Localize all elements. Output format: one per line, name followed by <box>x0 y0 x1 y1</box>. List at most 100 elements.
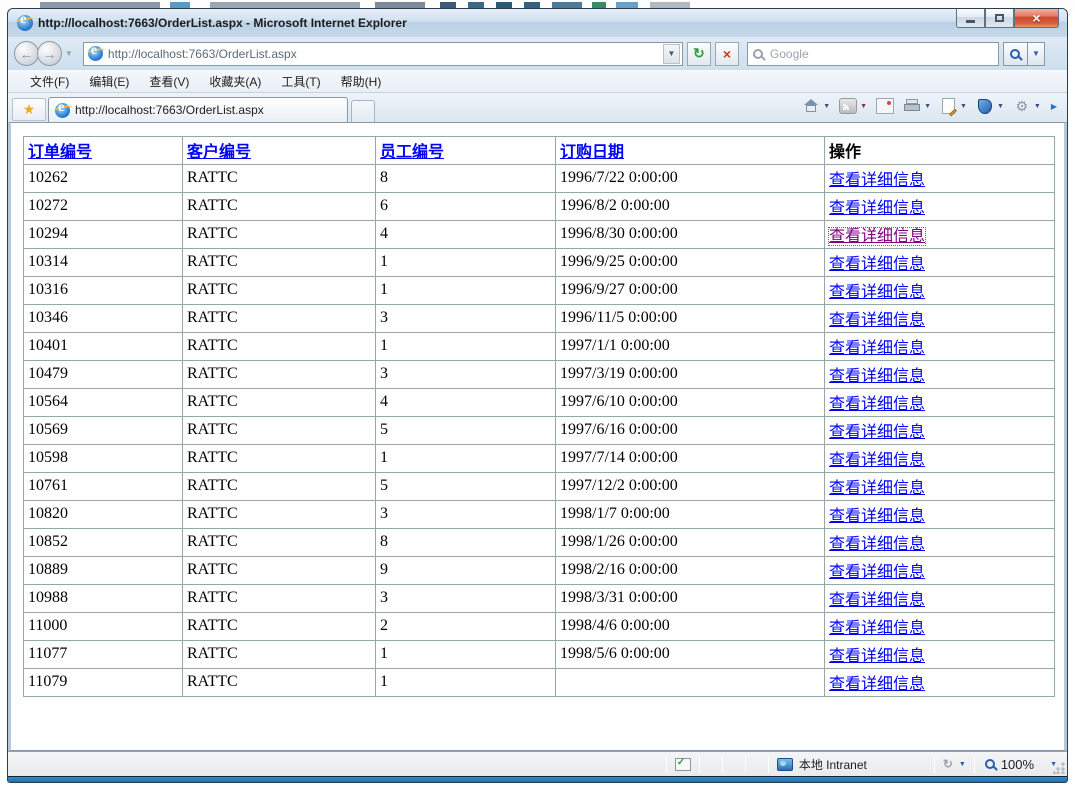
favorites-button[interactable]: ★ <box>12 98 46 121</box>
close-button[interactable]: × <box>1014 9 1059 28</box>
view-details-link[interactable]: 查看详细信息 <box>829 396 925 413</box>
print-dropdown-icon[interactable]: ▼ <box>924 103 931 110</box>
view-details-link[interactable]: 查看详细信息 <box>829 564 925 581</box>
sort-link-2[interactable]: 员工编号 <box>380 144 444 161</box>
view-details-link[interactable]: 查看详细信息 <box>829 648 925 665</box>
feeds-button[interactable]: ▼ <box>836 96 870 116</box>
page-menu-button[interactable]: ▼ <box>937 96 970 116</box>
command-overflow-icon[interactable]: ▶ <box>1051 102 1057 111</box>
print-button[interactable]: ▼ <box>900 96 934 116</box>
home-button[interactable]: ▼ <box>799 96 833 116</box>
stop-button[interactable]: × <box>715 42 739 66</box>
view-details-link[interactable]: 查看详细信息 <box>829 536 925 553</box>
protected-mode-button[interactable]: ↻ ▼ <box>935 752 974 776</box>
menu-item-1[interactable]: 编辑(E) <box>79 70 139 93</box>
employee-id-cell: 3 <box>376 585 556 613</box>
view-details-link[interactable]: 查看详细信息 <box>829 480 925 497</box>
action-cell: 查看详细信息 <box>825 501 1055 529</box>
view-details-link[interactable]: 查看详细信息 <box>829 424 925 441</box>
employee-id-cell: 8 <box>376 529 556 557</box>
order-id-cell: 10569 <box>24 417 183 445</box>
search-input[interactable]: Google <box>747 42 999 66</box>
page-dropdown-icon[interactable]: ▼ <box>960 103 967 110</box>
order-id-cell: 10346 <box>24 305 183 333</box>
minimize-button[interactable] <box>956 9 985 28</box>
safety-dropdown-icon[interactable]: ▼ <box>997 103 1004 110</box>
actions-header-label: 操作 <box>829 144 861 161</box>
customer-id-cell: RATTC <box>183 249 376 277</box>
view-details-link[interactable]: 查看详细信息 <box>829 172 925 189</box>
search-go-icon <box>1010 49 1020 59</box>
customer-id-cell: RATTC <box>183 669 376 697</box>
security-zone-label: 本地 Intranet <box>799 756 867 773</box>
view-details-link[interactable]: 查看详细信息 <box>829 620 925 637</box>
gear-icon: ⚙ <box>1013 98 1031 114</box>
employee-id-cell: 8 <box>376 165 556 193</box>
action-cell: 查看详细信息 <box>825 333 1055 361</box>
view-details-link[interactable]: 查看详细信息 <box>829 200 925 217</box>
protected-mode-dropdown-icon[interactable]: ▼ <box>959 761 966 768</box>
employee-id-cell: 3 <box>376 361 556 389</box>
view-details-link[interactable]: 查看详细信息 <box>829 312 925 329</box>
tab-bar: ★ http://localhost:7663/OrderList.aspx ▼… <box>8 93 1067 122</box>
employee-id-cell: 4 <box>376 221 556 249</box>
action-cell: 查看详细信息 <box>825 193 1055 221</box>
new-tab-button[interactable] <box>351 100 375 122</box>
tools-menu-button[interactable]: ⚙ ▼ <box>1010 96 1044 116</box>
compatibility-view-button[interactable] <box>667 752 699 776</box>
action-cell: 查看详细信息 <box>825 613 1055 641</box>
history-dropdown-icon[interactable]: ▼ <box>65 49 73 58</box>
home-dropdown-icon[interactable]: ▼ <box>823 103 830 110</box>
view-details-link[interactable]: 查看详细信息 <box>829 256 925 273</box>
table-row: 10569RATTC51997/6/16 0:00:00查看详细信息 <box>24 417 1055 445</box>
view-details-link[interactable]: 查看详细信息 <box>829 284 925 301</box>
view-details-link[interactable]: 查看详细信息 <box>829 676 925 693</box>
table-row: 10761RATTC51997/12/2 0:00:00查看详细信息 <box>24 473 1055 501</box>
menu-item-3[interactable]: 收藏夹(A) <box>199 70 271 93</box>
back-button[interactable]: ← <box>14 41 39 66</box>
menu-item-5[interactable]: 帮助(H) <box>331 70 392 93</box>
resize-grip[interactable] <box>1053 762 1065 774</box>
menu-item-4[interactable]: 工具(T) <box>271 70 330 93</box>
action-cell: 查看详细信息 <box>825 305 1055 333</box>
employee-id-cell: 5 <box>376 417 556 445</box>
active-tab[interactable]: http://localhost:7663/OrderList.aspx <box>48 97 348 122</box>
table-row: 10272RATTC61996/8/2 0:00:00查看详细信息 <box>24 193 1055 221</box>
customer-id-cell: RATTC <box>183 277 376 305</box>
search-go-button[interactable] <box>1003 42 1028 66</box>
safety-menu-button[interactable]: ▼ <box>973 97 1007 116</box>
menu-item-2[interactable]: 查看(V) <box>139 70 199 93</box>
rss-feed-icon <box>839 98 857 114</box>
view-details-link[interactable]: 查看详细信息 <box>829 452 925 469</box>
view-details-link[interactable]: 查看详细信息 <box>829 228 925 245</box>
tab-favicon-icon <box>55 103 70 118</box>
order-date-cell <box>556 669 825 697</box>
menu-bar: 文件(F)编辑(E)查看(V)收藏夹(A)工具(T)帮助(H) <box>8 70 1067 93</box>
address-bar[interactable]: http://localhost:7663/OrderList.aspx ▼ <box>83 42 683 66</box>
maximize-button[interactable] <box>985 9 1014 28</box>
page-content: 订单编号客户编号员工编号订购日期操作 10262RATTC81996/7/22 … <box>8 122 1067 751</box>
order-date-cell: 1997/6/10 0:00:00 <box>556 389 825 417</box>
menu-item-0[interactable]: 文件(F) <box>20 70 79 93</box>
customer-id-cell: RATTC <box>183 445 376 473</box>
address-dropdown-button[interactable]: ▼ <box>663 44 680 64</box>
refresh-button[interactable]: ↻ <box>687 42 711 66</box>
table-row: 10564RATTC41997/6/10 0:00:00查看详细信息 <box>24 389 1055 417</box>
search-options-dropdown[interactable]: ▼ <box>1028 42 1045 66</box>
status-bar: 本地 Intranet ↻ ▼ 100% ▼ <box>8 751 1067 776</box>
tools-dropdown-icon[interactable]: ▼ <box>1034 103 1041 110</box>
sort-link-1[interactable]: 客户编号 <box>187 144 251 161</box>
sort-link-0[interactable]: 订单编号 <box>28 144 92 161</box>
feeds-dropdown-icon[interactable]: ▼ <box>860 103 867 110</box>
view-details-link[interactable]: 查看详细信息 <box>829 340 925 357</box>
order-id-cell: 11077 <box>24 641 183 669</box>
title-bar[interactable]: http://localhost:7663/OrderList.aspx - M… <box>8 9 1067 37</box>
view-details-link[interactable]: 查看详细信息 <box>829 368 925 385</box>
sort-link-3[interactable]: 订购日期 <box>560 144 624 161</box>
address-url[interactable]: http://localhost:7663/OrderList.aspx <box>108 47 663 61</box>
read-mail-button[interactable] <box>873 96 897 116</box>
view-details-link[interactable]: 查看详细信息 <box>829 508 925 525</box>
forward-button[interactable]: → <box>37 41 62 66</box>
intranet-zone-icon <box>777 758 793 771</box>
view-details-link[interactable]: 查看详细信息 <box>829 592 925 609</box>
